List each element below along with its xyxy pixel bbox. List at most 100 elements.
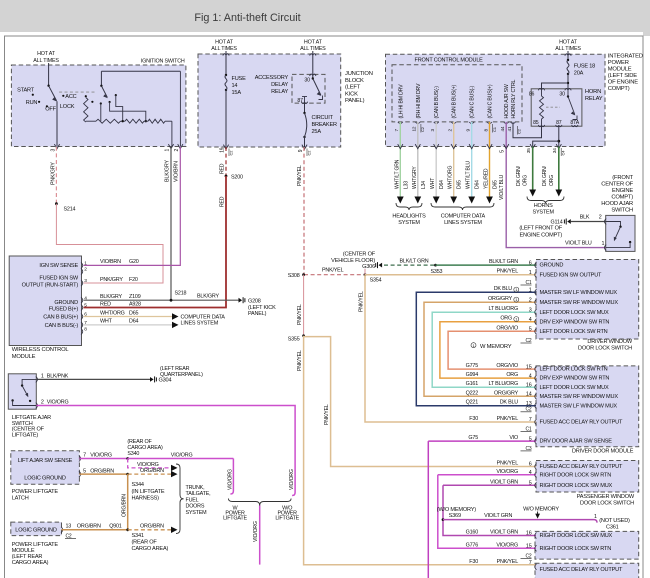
svg-text:PNK/YEL: PNK/YEL [497, 269, 519, 275]
svg-text:34: 34 [552, 148, 558, 153]
svg-text:3: 3 [529, 307, 532, 313]
svg-text:7: 7 [83, 453, 86, 459]
svg-text:2: 2 [599, 214, 602, 220]
svg-text:G75: G75 [468, 435, 478, 441]
svg-text:(CAN B BUS(+): (CAN B BUS(+) [452, 84, 458, 118]
svg-text:A928: A928 [129, 301, 141, 307]
svg-text:Fig 1: Anti-theft Circuit: Fig 1: Anti-theft Circuit [194, 12, 300, 24]
svg-text:HEADLIGHTS: HEADLIGHTS [392, 214, 426, 220]
svg-text:HOT AT: HOT AT [304, 40, 323, 46]
svg-text:VIO/LT GRN: VIO/LT GRN [490, 479, 518, 485]
svg-text:LOGIC GROUND: LOGIC GROUND [24, 475, 66, 481]
svg-text:FRONT CONTROL MODULE: FRONT CONTROL MODULE [415, 57, 484, 63]
svg-text:VIO/ORG: VIO/ORG [90, 453, 112, 459]
svg-text:19: 19 [219, 147, 225, 153]
svg-text:(LEFT SIDE: (LEFT SIDE [608, 73, 637, 79]
svg-text:VIO/ORG: VIO/ORG [137, 462, 159, 468]
svg-text:12: 12 [412, 126, 417, 131]
svg-text:ORG/GRY: ORG/GRY [494, 390, 519, 396]
svg-text:1: 1 [41, 373, 44, 379]
svg-text:S340: S340 [127, 451, 139, 457]
svg-text:RIGHT DOOR LOCK SW RTN: RIGHT DOOR LOCK SW RTN [540, 546, 612, 552]
svg-text:MASTER SW LF WINDOW MUX: MASTER SW LF WINDOW MUX [540, 403, 618, 409]
svg-text:LOCK: LOCK [60, 104, 75, 110]
svg-text:RIGHT DOOR LOCK SW RTN: RIGHT DOOR LOCK SW RTN [540, 472, 612, 478]
svg-text:(NOT USED): (NOT USED) [599, 518, 630, 524]
svg-text:RELAY: RELAY [271, 89, 288, 95]
svg-text:5: 5 [500, 150, 506, 153]
svg-text:MASTER SW LF WINDOW MUX: MASTER SW LF WINDOW MUX [540, 290, 618, 296]
svg-text:14: 14 [526, 392, 532, 398]
svg-text:VIO/LT BLU: VIO/LT BLU [565, 240, 592, 246]
svg-text:ORG: ORG [500, 316, 512, 322]
svg-text:(REAR OF: (REAR OF [127, 439, 152, 445]
svg-text:14: 14 [232, 83, 238, 89]
svg-text:LEFT DOOR LOCK SW MUX: LEFT DOOR LOCK SW MUX [540, 385, 610, 391]
svg-text:15A: 15A [232, 90, 242, 96]
svg-text:2: 2 [174, 149, 180, 152]
svg-text:DELAY: DELAY [271, 82, 288, 88]
svg-text:RIGHT DOOR LOCK SW MUX: RIGHT DOOR LOCK SW MUX [540, 533, 613, 539]
svg-text:VIO/ORG: VIO/ORG [228, 469, 234, 490]
svg-text:G208: G208 [248, 299, 261, 305]
svg-text:POWER LIFTGATE: POWER LIFTGATE [12, 489, 59, 495]
svg-text:GROUND: GROUND [540, 263, 564, 269]
svg-text:QUARTERPANEL): QUARTERPANEL) [160, 372, 203, 378]
svg-text:TRUNK,: TRUNK, [186, 485, 206, 491]
svg-text:COMPUTER DATA: COMPUTER DATA [441, 214, 486, 220]
svg-text:BLK: BLK [580, 214, 590, 220]
svg-text:DRV EXP WINDOW SW RTN: DRV EXP WINDOW SW RTN [540, 376, 610, 382]
svg-text:GROUND: GROUND [54, 300, 78, 306]
svg-text:VIO/ORG: VIO/ORG [171, 453, 193, 459]
svg-text:PNK/YEL: PNK/YEL [297, 350, 303, 371]
svg-text:16: 16 [526, 382, 532, 388]
svg-text:LEFT DOOR LOCK SW RTN: LEFT DOOR LOCK SW RTN [540, 329, 608, 335]
svg-text:DOORS: DOORS [186, 504, 205, 510]
svg-text:ORG/VIO: ORG/VIO [496, 363, 518, 369]
svg-text:BLOCK: BLOCK [345, 78, 364, 84]
svg-text:30: 30 [304, 78, 310, 84]
svg-text:LINES SYSTEM: LINES SYSTEM [181, 321, 219, 327]
svg-text:L33: L33 [403, 181, 409, 189]
svg-text:35: 35 [526, 148, 532, 153]
svg-text:VIO/LT GRN: VIO/LT GRN [490, 530, 518, 536]
svg-text:G775: G775 [466, 363, 479, 369]
svg-text:VIO/BRN: VIO/BRN [100, 259, 121, 265]
svg-text:COMPT): COMPT) [611, 194, 633, 200]
svg-text:(W/O MEMORY): (W/O MEMORY) [437, 507, 476, 513]
svg-text:WHT/GRY: WHT/GRY [412, 166, 418, 189]
svg-text:15: 15 [526, 544, 532, 550]
svg-text:OFF: OFF [45, 107, 56, 113]
svg-text:20A: 20A [574, 71, 584, 77]
svg-text:PASSENGER WINDOW: PASSENGER WINDOW [577, 494, 635, 500]
svg-text:HOT AT: HOT AT [37, 51, 56, 57]
svg-text:HARNESS): HARNESS) [132, 495, 160, 501]
svg-text:Z109: Z109 [129, 294, 141, 300]
svg-text:IGNITION SWITCH: IGNITION SWITCH [141, 59, 185, 65]
svg-text:(LEFT: (LEFT [345, 85, 361, 91]
svg-text:CIRCUIT: CIRCUIT [312, 115, 334, 121]
svg-text:ORG: ORG [523, 175, 529, 186]
svg-text:(LH HI BM DRV: (LH HI BM DRV [398, 84, 404, 119]
svg-text:30: 30 [559, 92, 565, 98]
svg-text:(REAR OF: (REAR OF [132, 540, 158, 546]
svg-text:ALL TIMES: ALL TIMES [211, 46, 237, 52]
svg-text:(IN LIFTGATE: (IN LIFTGATE [132, 489, 165, 495]
svg-text:VIO/LT BLU: VIO/LT BLU [499, 174, 505, 200]
svg-text:4: 4 [529, 317, 532, 323]
svg-text:D64: D64 [475, 180, 481, 189]
svg-text:25A: 25A [312, 129, 322, 135]
svg-text:FUSED B(+): FUSED B(+) [49, 306, 79, 312]
svg-text:JUNCTION: JUNCTION [345, 71, 373, 77]
svg-text:16: 16 [526, 531, 532, 537]
svg-text:ORG/VIO: ORG/VIO [496, 325, 518, 331]
svg-text:9: 9 [298, 149, 304, 152]
svg-text:2: 2 [529, 297, 532, 303]
svg-text:87: 87 [556, 120, 562, 126]
svg-text:LOGIC GROUND: LOGIC GROUND [15, 527, 57, 533]
svg-text:PNK/YEL: PNK/YEL [324, 404, 330, 425]
svg-text:LIFTGATE: LIFTGATE [223, 516, 247, 522]
svg-text:COMPUTER DATA: COMPUTER DATA [181, 315, 226, 321]
svg-text:POWER: POWER [608, 60, 629, 66]
svg-text:HOT AT: HOT AT [559, 40, 578, 46]
